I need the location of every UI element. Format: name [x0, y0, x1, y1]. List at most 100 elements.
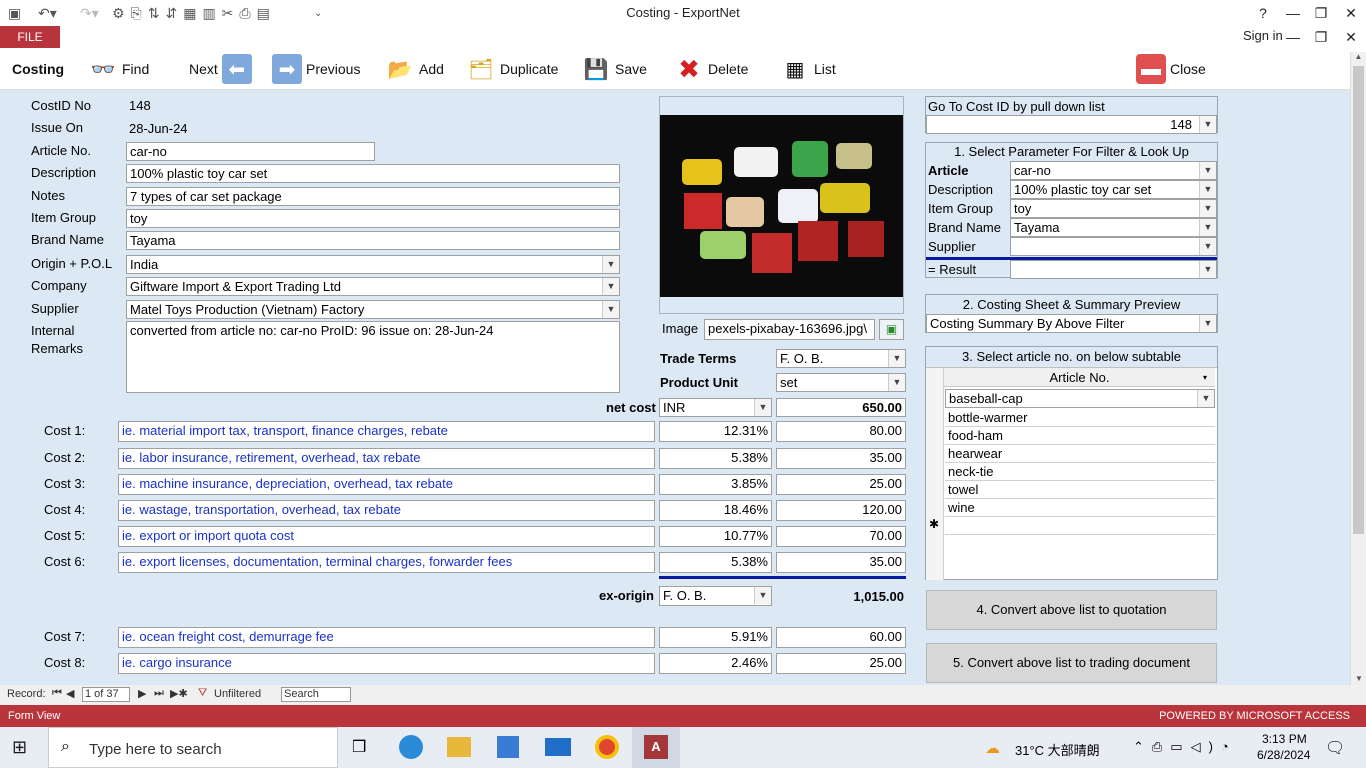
cost-amount-input[interactable]: 70.00	[776, 526, 906, 547]
sort-arrow-icon[interactable]: ▾	[1203, 368, 1207, 387]
trade-terms-select[interactable]: F. O. B. ▼	[776, 349, 906, 368]
filter-icon[interactable]: ⛛	[198, 687, 207, 700]
currency-select[interactable]: INR ▼	[659, 398, 772, 417]
cost-pct-input[interactable]: 3.85%	[659, 474, 772, 495]
taskbar-search[interactable]: ⌕ Type here to search	[48, 727, 338, 768]
chrome-icon[interactable]	[595, 735, 619, 759]
new-record-nav-icon[interactable]: ▶✱	[170, 687, 188, 700]
image-file-input[interactable]: \pexels-pixabay-163696.jpg	[704, 319, 875, 340]
delete-button[interactable]: ✖ Delete	[674, 52, 748, 86]
item-group-input[interactable]: toy	[126, 209, 620, 228]
subtable-header[interactable]: Article No. ▾	[944, 368, 1215, 387]
help-button[interactable]: ?	[1248, 2, 1278, 24]
subtable-row-selected[interactable]: baseball-cap ▼	[945, 389, 1215, 408]
article-no-input[interactable]: car-no	[126, 142, 375, 161]
cost-amount-input[interactable]: 60.00	[776, 627, 906, 648]
chevron-down-icon[interactable]: ▼	[602, 256, 619, 273]
cost-desc-input[interactable]: ie. export licenses, documentation, term…	[118, 552, 655, 573]
preview-select[interactable]: Costing Summary By Above Filter ▼	[926, 314, 1217, 333]
save-button[interactable]: 💾 Save	[581, 52, 647, 86]
sign-in-link[interactable]: Sign in	[1243, 28, 1283, 43]
access-taskbar-button[interactable]: A	[632, 727, 680, 768]
subtable-row[interactable]: hearwear	[945, 445, 1215, 463]
last-record-icon[interactable]: ⏭	[154, 687, 164, 700]
list-button[interactable]: ▦ List	[780, 52, 836, 86]
doc-close-button[interactable]: ✕	[1336, 26, 1366, 48]
cost-desc-input[interactable]: ie. material import tax, transport, fina…	[118, 421, 655, 442]
product-unit-select[interactable]: set ▼	[776, 373, 906, 392]
chevron-down-icon[interactable]: ▼	[1199, 116, 1216, 133]
chevron-down-icon[interactable]: ▼	[602, 301, 619, 318]
previous-button[interactable]: ➡ Previous	[272, 52, 360, 86]
duplicate-button[interactable]: 🗂 Duplicate	[466, 52, 558, 86]
chevron-down-icon[interactable]: ▼	[1199, 315, 1216, 332]
filter-status[interactable]: Unfiltered	[214, 688, 261, 700]
subtable-row[interactable]: neck-tie	[945, 463, 1215, 481]
cost-pct-input[interactable]: 18.46%	[659, 500, 772, 521]
scroll-thumb[interactable]	[1353, 66, 1364, 534]
chevron-down-icon[interactable]: ▼	[602, 278, 619, 295]
cost-pct-input[interactable]: 5.91%	[659, 627, 772, 648]
clock-date[interactable]: 6/28/2024	[1257, 748, 1310, 762]
chevron-down-icon[interactable]: ▼	[1199, 238, 1216, 255]
add-button[interactable]: 📂 Add	[385, 52, 444, 86]
chevron-down-icon[interactable]: ▼	[1199, 162, 1216, 179]
browse-image-icon[interactable]: ▣	[879, 319, 904, 340]
cost-desc-input[interactable]: ie. machine insurance, depreciation, ove…	[118, 474, 655, 495]
cost-desc-input[interactable]: ie. labor insurance, retirement, overhea…	[118, 448, 655, 469]
description-input[interactable]: 100% plastic toy car set	[126, 164, 620, 183]
mail-icon[interactable]	[545, 738, 571, 756]
edge-icon[interactable]	[399, 735, 423, 759]
minimize-button[interactable]: —	[1278, 2, 1308, 24]
supplier-select[interactable]: Matel Toys Production (Vietnam) Factory ▼	[126, 300, 620, 319]
subtable-new-row[interactable]	[945, 517, 1215, 535]
cost-amount-input[interactable]: 35.00	[776, 448, 906, 469]
cost-amount-input[interactable]: 80.00	[776, 421, 906, 442]
system-tray-icons[interactable]: ⌃⎙▭◁)◔	[1133, 739, 1237, 755]
convert-trading-button[interactable]: 5. Convert above list to trading documen…	[926, 643, 1217, 683]
chevron-down-icon[interactable]: ▼	[754, 399, 771, 416]
chevron-down-icon[interactable]: ▼	[1199, 181, 1216, 198]
chevron-down-icon[interactable]: ▼	[888, 350, 905, 367]
doc-minimize-button[interactable]: —	[1278, 26, 1308, 48]
cost-pct-input[interactable]: 5.38%	[659, 448, 772, 469]
origin-select[interactable]: India ▼	[126, 255, 620, 274]
ex-origin-terms-select[interactable]: F. O. B. ▼	[659, 586, 772, 606]
cost-desc-input[interactable]: ie. wastage, transportation, overhead, t…	[118, 500, 655, 521]
filter-supplier-select[interactable]: ▼	[1010, 237, 1217, 256]
remarks-textarea[interactable]: converted from article no: car-no ProID:…	[126, 321, 620, 393]
cost-pct-input[interactable]: 5.38%	[659, 552, 772, 573]
goto-select[interactable]: 148 ▼	[926, 115, 1217, 134]
subtable-row[interactable]: bottle-warmer	[945, 409, 1215, 427]
cost-desc-input[interactable]: ie. cargo insurance	[118, 653, 655, 674]
notification-icon[interactable]: 🗨	[1325, 738, 1345, 758]
scroll-down-icon[interactable]: ▼	[1351, 674, 1366, 683]
brand-name-input[interactable]: Tayama	[126, 231, 620, 250]
chevron-down-icon[interactable]: ▼	[1199, 219, 1216, 236]
product-image[interactable]	[660, 97, 903, 313]
new-record-icon[interactable]: ✱	[929, 517, 939, 531]
find-button[interactable]: 👓 Find	[88, 52, 150, 86]
subtable-row[interactable]: wine	[945, 499, 1215, 517]
cost-amount-input[interactable]: 35.00	[776, 552, 906, 573]
notes-input[interactable]: 7 types of car set package	[126, 187, 620, 206]
scroll-up-icon[interactable]: ▲	[1351, 52, 1366, 61]
task-view-icon[interactable]: ❒	[352, 737, 366, 757]
next-record-icon[interactable]: ▶	[138, 687, 146, 700]
cost-desc-input[interactable]: ie. ocean freight cost, demurrage fee	[118, 627, 655, 648]
clock-time[interactable]: 3:13 PM	[1262, 732, 1307, 746]
chevron-down-icon[interactable]: ▼	[888, 374, 905, 391]
cost-amount-input[interactable]: 25.00	[776, 474, 906, 495]
restore-button[interactable]: ❐	[1306, 2, 1336, 24]
file-explorer-icon[interactable]	[447, 737, 471, 757]
close-window-button[interactable]: ✕	[1336, 2, 1366, 24]
convert-quotation-button[interactable]: 4. Convert above list to quotation	[926, 590, 1217, 630]
prev-record-icon[interactable]: ◀	[66, 687, 74, 700]
windows-start-icon[interactable]: ⊞	[12, 737, 27, 758]
subtable-row[interactable]: towel	[945, 481, 1215, 499]
weather-text[interactable]: 31°C 大部晴朗	[1015, 740, 1100, 759]
company-select[interactable]: Giftware Import & Export Trading Ltd ▼	[126, 277, 620, 296]
vertical-scrollbar[interactable]: ▲ ▼	[1350, 52, 1366, 685]
chevron-down-icon[interactable]: ▼	[1199, 200, 1216, 217]
filter-item-group-select[interactable]: toy ▼	[1010, 199, 1217, 218]
